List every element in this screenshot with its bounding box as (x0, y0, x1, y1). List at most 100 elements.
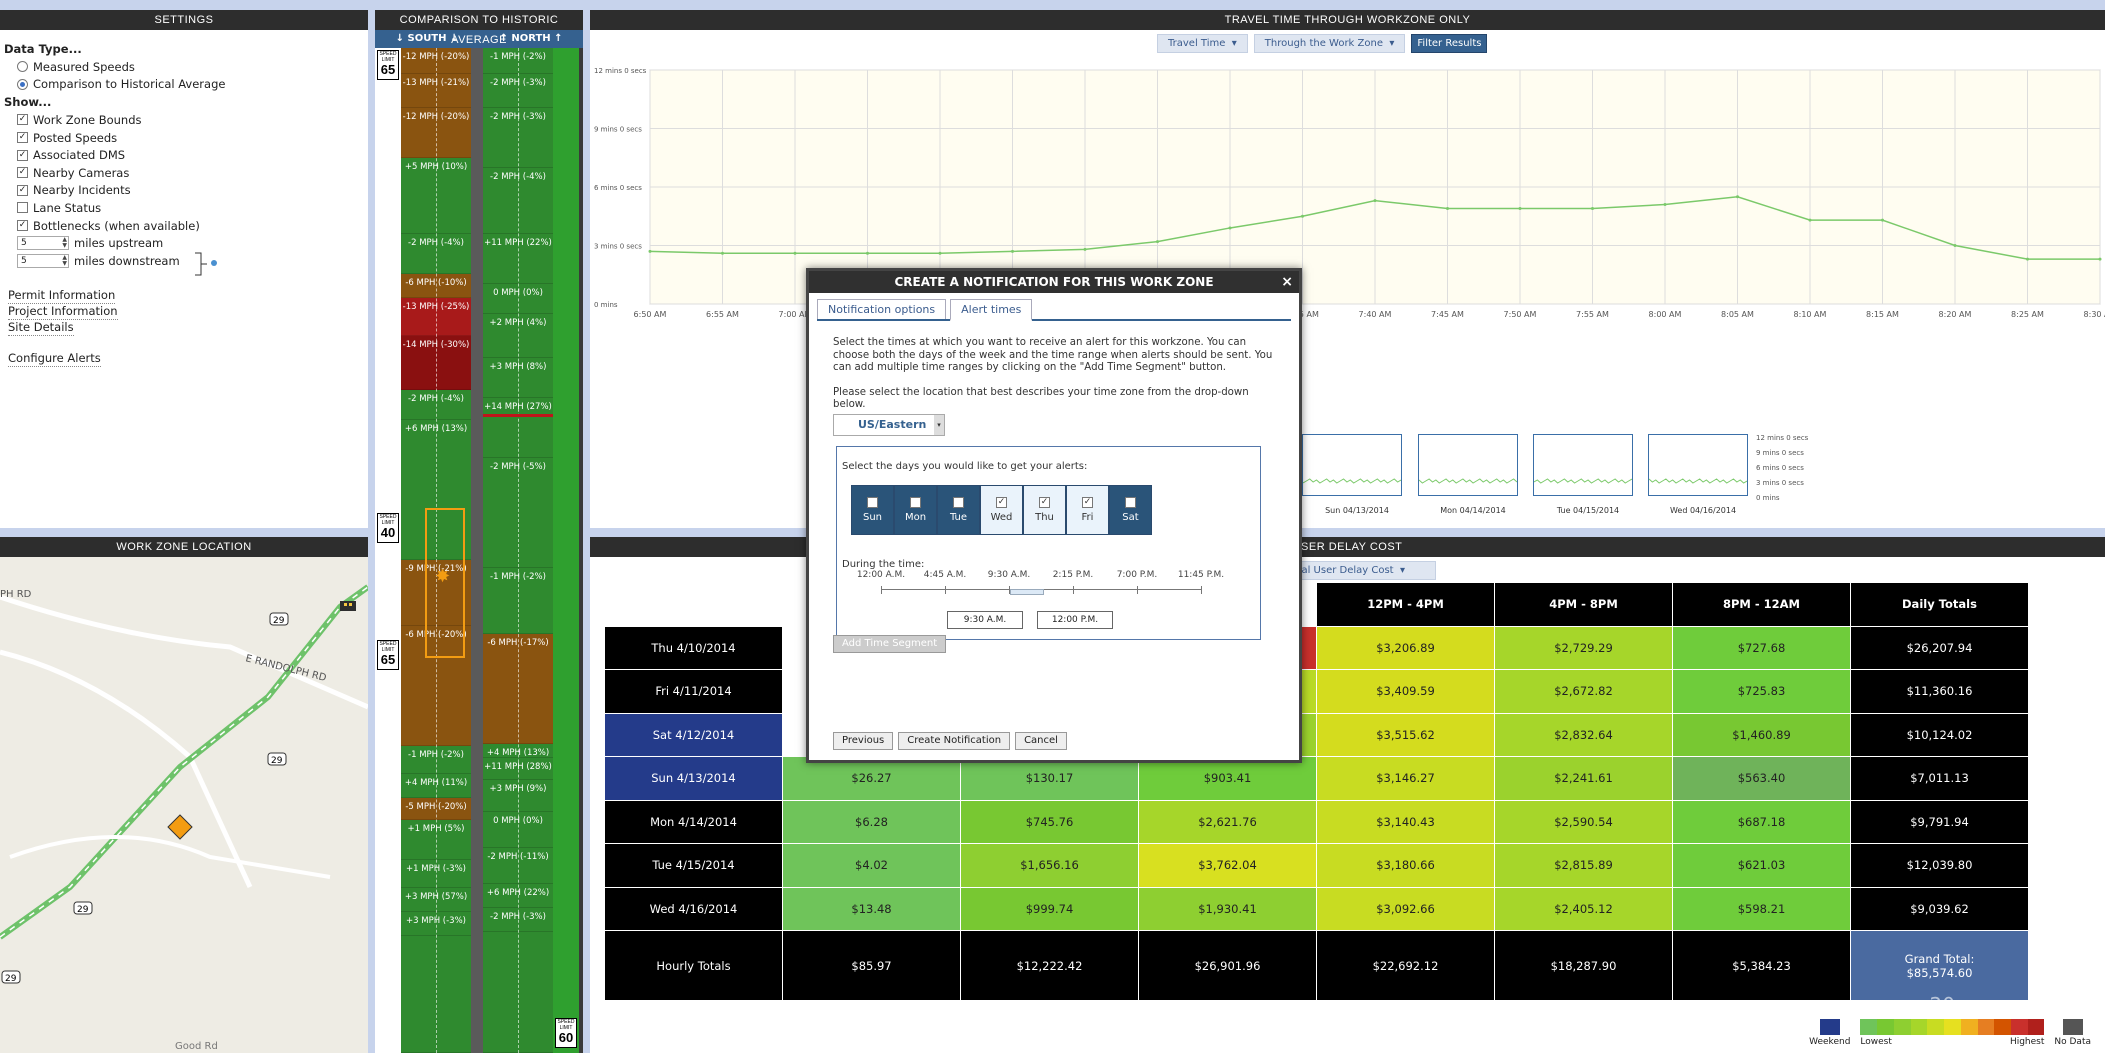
cost-cell[interactable]: $2,672.82 (1494, 669, 1673, 714)
speed-segment[interactable]: -2 MPH (-4%) (401, 234, 471, 274)
upstream-miles-input[interactable]: 5 ▲ ▼ (17, 236, 69, 251)
show-option[interactable]: ✓ Bottlenecks (when available) (4, 217, 364, 235)
cancel-button[interactable]: Cancel (1015, 732, 1067, 750)
speed-segment[interactable]: -14 MPH (-30%) (401, 336, 471, 390)
cost-cell[interactable]: $2,405.12 (1494, 886, 1673, 931)
bottleneck-marker[interactable] (483, 414, 553, 417)
speed-segment[interactable]: +1 MPH (-3%) (401, 860, 471, 888)
speed-segment[interactable]: +11 MPH (22%) (483, 234, 553, 284)
day-thumbnail[interactable] (1302, 434, 1402, 496)
cost-cell[interactable]: $999.74 (960, 886, 1139, 931)
info-link[interactable]: Site Details (8, 320, 74, 336)
cost-cell[interactable]: $6.28 (782, 799, 961, 844)
cost-cell[interactable]: $1,930.41 (1138, 886, 1317, 931)
speed-segment[interactable]: +11 MPH (28%) (483, 758, 553, 780)
checkbox[interactable] (910, 496, 921, 508)
checkbox[interactable] (1125, 496, 1136, 508)
cost-cell[interactable]: $3,146.27 (1316, 756, 1495, 801)
speed-segment[interactable]: -2 MPH (-3%) (483, 74, 553, 108)
checkbox[interactable]: ✓ (17, 167, 28, 179)
cost-cell[interactable]: $563.40 (1672, 756, 1851, 801)
speed-segment[interactable]: +4 MPH (13%) (483, 744, 553, 758)
speed-segment[interactable]: +3 MPH (9%) (483, 780, 553, 812)
cost-cell[interactable]: $26.27 (782, 756, 961, 801)
checkbox[interactable] (953, 496, 964, 508)
bracket-link-icon[interactable] (193, 251, 221, 279)
day-thumbnail[interactable] (1648, 434, 1748, 496)
close-icon[interactable]: × (1281, 271, 1293, 293)
camera-icon[interactable] (340, 601, 356, 611)
cost-cell[interactable]: $1,656.16 (960, 843, 1139, 888)
day-thumbnail[interactable] (1418, 434, 1518, 496)
checkbox[interactable] (867, 496, 878, 508)
add-time-segment-button[interactable]: Add Time Segment (833, 635, 947, 653)
tab-alert-times[interactable]: Alert times (950, 299, 1033, 321)
checkbox[interactable]: ✓ (996, 496, 1007, 508)
work-zone-map[interactable]: E RANDOLPH RD PH RD Good Rd 29 29 29 29 (0, 557, 368, 1053)
tab-notification-options[interactable]: Notification options (817, 299, 947, 319)
speed-segment[interactable]: +2 MPH (4%) (483, 314, 553, 358)
cost-cell[interactable]: $598.21 (1672, 886, 1851, 931)
cost-cell[interactable]: $2,590.54 (1494, 799, 1673, 844)
show-option[interactable]: ✓ Nearby Incidents (4, 182, 364, 200)
speed-segment[interactable]: +5 MPH (10%) (401, 158, 471, 234)
downstream-miles-input[interactable]: 5 ▲ ▼ (17, 253, 69, 268)
cost-cell[interactable]: $727.68 (1672, 625, 1851, 670)
create-notification-button[interactable]: Create Notification (898, 732, 1011, 750)
speed-segment[interactable]: +3 MPH (57%) (401, 888, 471, 912)
speed-segment[interactable]: -2 MPH (-11%) (483, 848, 553, 884)
show-option[interactable]: ✓ Posted Speeds (4, 129, 364, 147)
data-type-option[interactable]: Comparison to Historical Average (4, 76, 364, 94)
speed-segment[interactable]: -2 MPH (-3%) (483, 908, 553, 932)
speed-segment[interactable]: -1 MPH (-2%) (401, 746, 471, 774)
cost-cell[interactable]: $903.41 (1138, 756, 1317, 801)
cost-cell[interactable]: $3,092.66 (1316, 886, 1495, 931)
speed-segment[interactable]: -1 MPH (-2%) (483, 48, 553, 74)
day-toggle-thu[interactable]: ✓ Thu (1023, 484, 1066, 535)
checkbox[interactable] (17, 202, 28, 214)
cost-cell[interactable]: $3,762.04 (1138, 843, 1317, 888)
selected-time-range[interactable] (1010, 588, 1044, 595)
cost-cell[interactable]: $1,460.89 (1672, 712, 1851, 757)
speed-segment[interactable]: -13 MPH (-25%) (401, 298, 471, 336)
cost-cell[interactable]: $3,206.89 (1316, 625, 1495, 670)
speed-segment[interactable]: -2 MPH (-3%) (483, 108, 553, 168)
show-option[interactable]: ✓ Work Zone Bounds (4, 111, 364, 129)
speed-segment[interactable]: -12 MPH (-20%) (401, 48, 471, 74)
cost-cell[interactable]: $2,815.89 (1494, 843, 1673, 888)
cost-cell[interactable]: $621.03 (1672, 843, 1851, 888)
speed-segment[interactable]: +3 MPH (8%) (483, 358, 553, 398)
speed-segment[interactable]: +4 MPH (11%) (401, 774, 471, 798)
timezone-select[interactable]: US/Eastern ▾ (833, 413, 945, 436)
radio-button[interactable] (17, 61, 28, 73)
work-zone-map-marker[interactable] (167, 814, 193, 840)
cost-cell[interactable]: $2,241.61 (1494, 756, 1673, 801)
cost-cell[interactable]: $130.17 (960, 756, 1139, 801)
previous-button[interactable]: Previous (833, 732, 894, 750)
show-option[interactable]: Lane Status (4, 199, 364, 217)
radio-button[interactable] (17, 78, 28, 90)
speed-segment[interactable]: -13 MPH (-21%) (401, 74, 471, 108)
checkbox[interactable]: ✓ (17, 149, 28, 161)
start-time-box[interactable]: 9:30 A.M. (947, 610, 1023, 629)
speed-segment[interactable]: -1 MPH (-2%) (483, 568, 553, 634)
cost-cell[interactable]: $2,621.76 (1138, 799, 1317, 844)
day-toggle-sun[interactable]: Sun (851, 484, 894, 535)
north-lane[interactable]: -1 MPH (-2%) -2 MPH (-3%) -2 MPH (-3%) -2 M… (483, 48, 553, 1053)
cost-cell[interactable]: $3,180.66 (1316, 843, 1495, 888)
show-option[interactable]: ✓ Nearby Cameras (4, 164, 364, 182)
speed-segment[interactable]: +6 MPH (22%) (483, 884, 553, 908)
speed-segment[interactable]: -2 MPH (-4%) (483, 168, 553, 234)
day-thumbnail[interactable] (1533, 434, 1633, 496)
cost-cell[interactable]: $13.48 (782, 886, 961, 931)
day-toggle-fri[interactable]: ✓ Fri (1066, 484, 1109, 535)
day-toggle-mon[interactable]: Mon (894, 484, 937, 535)
cost-cell[interactable]: $725.83 (1672, 669, 1851, 714)
end-time-box[interactable]: 12:00 P.M. (1037, 610, 1113, 629)
speed-segment[interactable]: -5 MPH (-20%) (401, 798, 471, 820)
speed-segment[interactable]: -6 MPH (-17%) (483, 634, 553, 744)
speed-segment[interactable]: +14 MPH (27%) (483, 398, 553, 458)
cost-cell[interactable]: $3,409.59 (1316, 669, 1495, 714)
show-option[interactable]: ✓ Associated DMS (4, 146, 364, 164)
info-link[interactable]: Permit Information (8, 288, 116, 304)
